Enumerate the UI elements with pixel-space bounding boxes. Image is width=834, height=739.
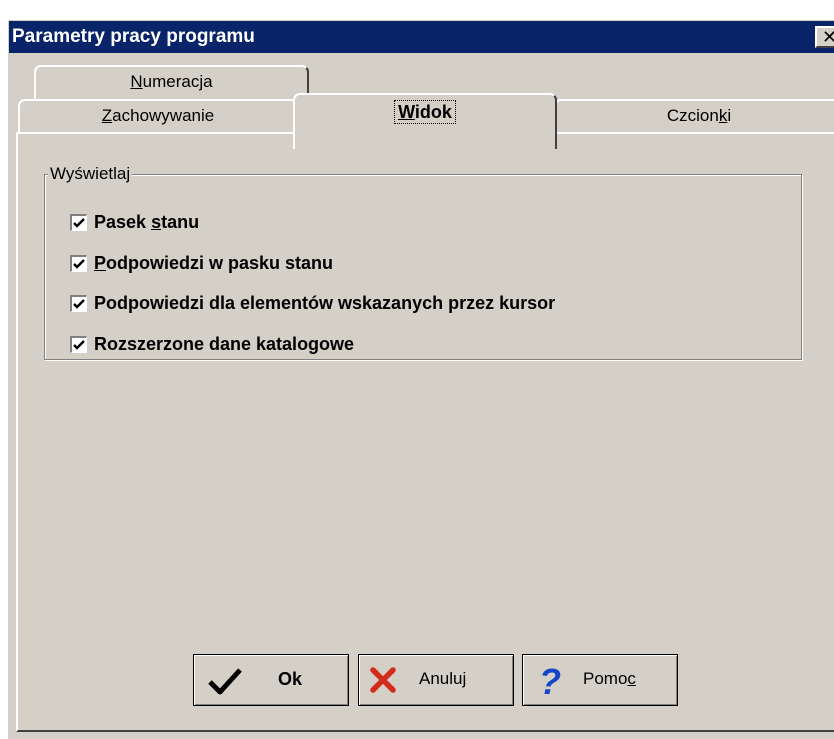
tab-accelerator: Z — [101, 106, 113, 125]
option-label: Podpowiedzi w pasku stanu — [94, 253, 333, 274]
option-rozszerzone-dane[interactable]: Rozszerzone dane katalogowe — [70, 332, 354, 356]
tab-label-rest: i — [727, 106, 732, 125]
check-icon — [73, 217, 85, 228]
tab-label-rest: idok — [414, 102, 452, 122]
help-label-text: Pomo — [583, 669, 628, 688]
option-text: Rozszerzone dane katalogowe — [94, 333, 355, 354]
checkbox[interactable] — [70, 254, 87, 272]
tab-zachowywanie[interactable]: Zachowywanie — [18, 99, 298, 133]
tab-label-rest: achowywanie — [112, 106, 215, 125]
option-podpowiedzi-pasek[interactable]: Podpowiedzi w pasku stanu — [70, 251, 333, 275]
question-mark-icon: ? — [539, 663, 561, 699]
option-accelerator: s — [151, 211, 162, 232]
option-text-rest: tanu — [161, 211, 200, 232]
help-accelerator: c — [627, 669, 636, 688]
check-icon — [73, 258, 85, 269]
close-button[interactable]: ✕ — [815, 26, 834, 48]
checkbox[interactable] — [70, 294, 87, 312]
option-label: Rozszerzone dane katalogowe — [94, 334, 354, 355]
close-icon: ✕ — [822, 27, 834, 47]
check-icon — [73, 339, 85, 350]
tab-czcionki[interactable]: Czcionki — [554, 99, 834, 133]
tab-accelerator: W — [398, 102, 415, 122]
tab-focus-rect: Widok — [394, 100, 456, 124]
tab-accelerator: N — [130, 72, 143, 91]
help-button[interactable]: ? Pomoc — [522, 654, 678, 706]
tab-numeracja[interactable]: Numeracja — [34, 65, 309, 99]
red-x-icon — [370, 667, 396, 693]
option-label: Pasek stanu — [94, 212, 199, 233]
checkmark-icon — [208, 668, 242, 695]
cancel-label: Anuluj — [419, 669, 467, 688]
tab-label: Czcion — [666, 106, 719, 125]
title-bar[interactable]: Parametry pracy programu — [9, 21, 834, 53]
ok-label: Ok — [278, 669, 303, 689]
cancel-button[interactable]: Anuluj — [358, 654, 514, 706]
option-label: Podpowiedzi dla elementów wskazanych prz… — [94, 293, 555, 314]
check-icon — [73, 298, 85, 309]
ok-button[interactable]: Ok — [193, 654, 349, 706]
checkbox[interactable] — [70, 335, 87, 353]
tab-page-widok: Wyświetlaj Pasek stanu Podpowiedzi w pas… — [16, 132, 834, 732]
option-text: Pasek — [94, 211, 152, 232]
dialog-window: Parametry pracy programu ✕ Numeracja Zac… — [8, 20, 834, 739]
svg-text:?: ? — [539, 663, 561, 699]
option-text-rest: odpowiedzi w pasku stanu — [106, 252, 334, 273]
option-accelerator: P — [94, 252, 107, 273]
option-podpowiedzi-kursor[interactable]: Podpowiedzi dla elementów wskazanych prz… — [70, 291, 555, 315]
window-title: Parametry pracy programu — [12, 26, 255, 47]
option-text: Podpowiedzi dla elementów wskazanych prz… — [94, 292, 556, 313]
tab-label-rest: umeracja — [142, 72, 213, 91]
help-label: Pomoc — [583, 669, 636, 689]
tab-widok[interactable]: Widok — [293, 93, 557, 149]
option-pasek-stanu[interactable]: Pasek stanu — [70, 210, 199, 234]
checkbox[interactable] — [70, 213, 87, 231]
group-legend: Wyświetlaj — [48, 164, 133, 184]
